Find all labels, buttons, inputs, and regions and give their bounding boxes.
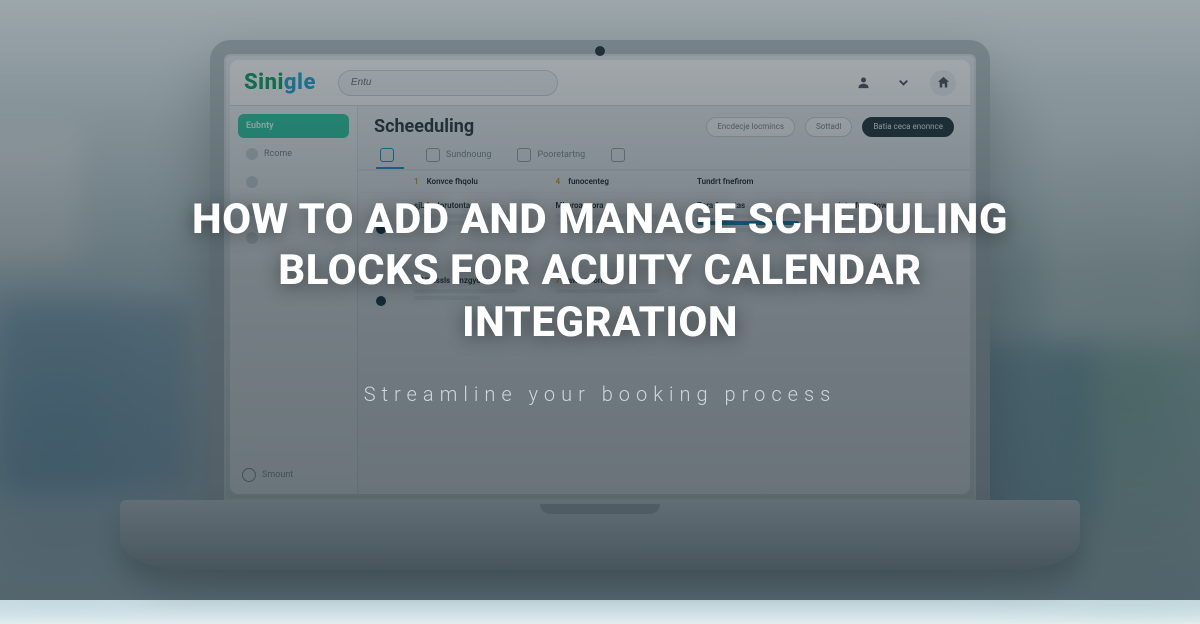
hero-title: HOW TO ADD AND MANAGE SCHEDULING BLOCKS …	[140, 194, 1060, 348]
hero-overlay: HOW TO ADD AND MANAGE SCHEDULING BLOCKS …	[0, 0, 1200, 600]
hero-subtitle: Streamline your booking process	[364, 382, 837, 406]
